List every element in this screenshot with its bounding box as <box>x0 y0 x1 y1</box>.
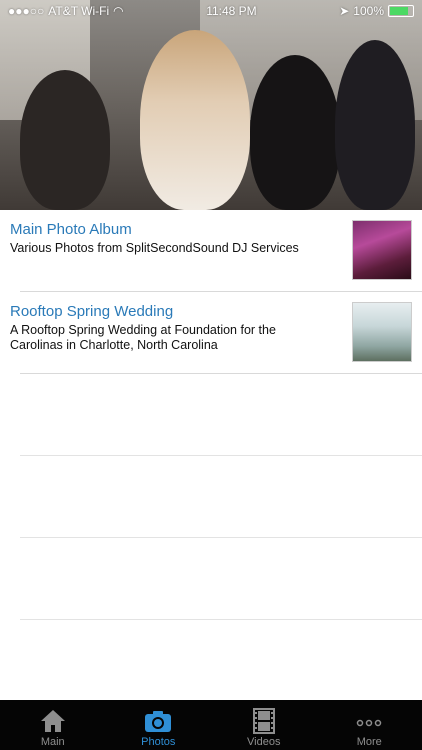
empty-row <box>20 538 422 620</box>
album-description: A Rooftop Spring Wedding at Foundation f… <box>10 323 276 352</box>
location-icon: ➤ <box>339 4 350 18</box>
tab-label: More <box>356 736 382 748</box>
album-description: Various Photos from SplitSecondSound DJ … <box>10 241 299 255</box>
tab-label: Photos <box>141 736 176 748</box>
clock: 11:48 PM <box>206 4 257 18</box>
home-icon <box>40 710 65 732</box>
album-list: Main Photo Album Various Photos from Spl… <box>0 210 422 620</box>
album-row-main[interactable]: Main Photo Album Various Photos from Spl… <box>10 210 422 292</box>
tab-label: Main <box>40 736 65 748</box>
battery-percent: 100% <box>353 4 384 18</box>
album-thumbnail <box>352 220 412 280</box>
status-bar: ●●●○○ AT&T Wi-Fi ◠ 11:48 PM ➤ 100% <box>0 0 422 22</box>
bride-figure <box>140 30 250 210</box>
camera-icon <box>145 711 172 732</box>
album-thumbnail <box>352 302 412 362</box>
tab-photos[interactable]: Photos <box>106 700 212 750</box>
guest-figure <box>20 70 110 210</box>
tab-bar: Main Photos Videos More <box>0 700 422 750</box>
tab-main[interactable]: Main <box>0 700 106 750</box>
album-title: Main Photo Album <box>10 221 132 238</box>
signal-icon: ●●●○○ <box>8 4 45 18</box>
dj-figure <box>250 55 340 210</box>
battery-icon <box>388 5 414 17</box>
guest-figure <box>335 40 415 210</box>
empty-row <box>20 374 422 456</box>
album-title: Rooftop Spring Wedding <box>10 303 174 320</box>
tab-label: Videos <box>247 736 281 748</box>
wifi-icon: ◠ <box>113 4 124 18</box>
album-row-rooftop[interactable]: Rooftop Spring Wedding A Rooftop Spring … <box>10 292 422 374</box>
film-icon <box>252 708 275 734</box>
tab-videos[interactable]: Videos <box>211 700 317 750</box>
empty-row <box>20 456 422 538</box>
header-photo: ●●●○○ AT&T Wi-Fi ◠ 11:48 PM ➤ 100% <box>0 0 422 210</box>
more-icon <box>357 719 382 727</box>
carrier-label: AT&T Wi-Fi <box>48 4 110 18</box>
tab-more[interactable]: More <box>317 700 422 750</box>
